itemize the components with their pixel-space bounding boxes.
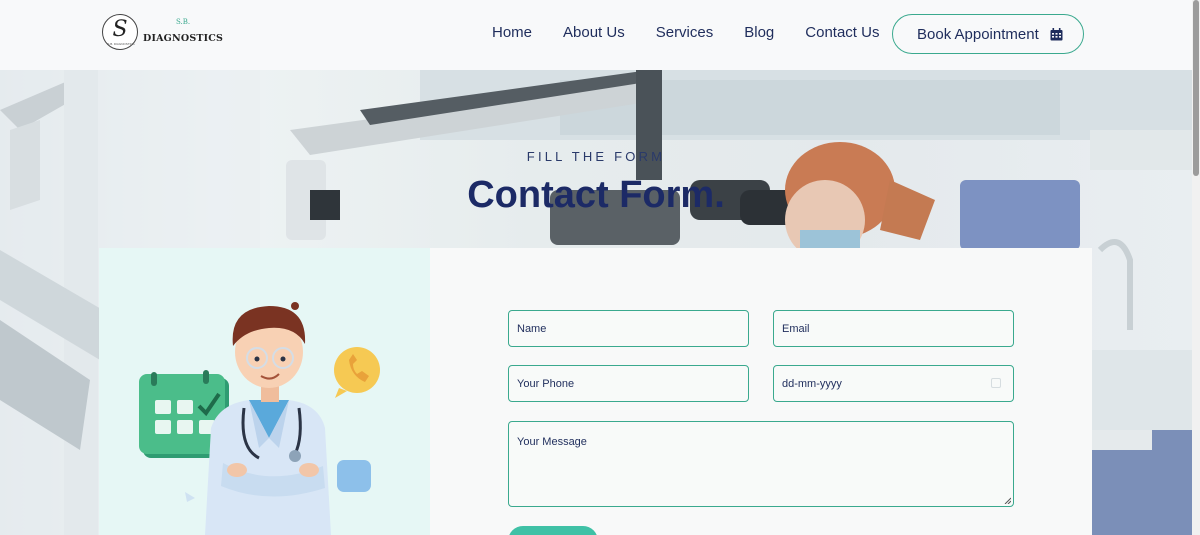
submit-button[interactable]: [508, 526, 598, 535]
phone-bubble-icon: [334, 347, 380, 398]
logo-abbr: S.B.: [175, 18, 191, 26]
form-illustration-panel: [99, 248, 430, 535]
date-placeholder: dd-mm-yyyy: [782, 378, 842, 390]
nav-home[interactable]: Home: [492, 24, 532, 42]
email-input[interactable]: Email: [773, 310, 1014, 347]
message-textarea[interactable]: Your Message: [508, 421, 1014, 507]
doctor-illustration: [139, 302, 380, 535]
phone-input[interactable]: Your Phone: [508, 365, 749, 402]
nav-about-us[interactable]: About Us: [563, 24, 625, 42]
main-nav: Home About Us Services Blog Contact Us: [492, 24, 910, 42]
hero-title: Contact Form.: [467, 174, 725, 216]
scrollbar-thumb[interactable]: [1193, 0, 1199, 176]
logo-mark-caption: S.B. DIAGNOSTICS: [107, 42, 135, 46]
book-appointment-button[interactable]: Book Appointment: [892, 14, 1084, 54]
name-input[interactable]: Name: [508, 310, 749, 347]
book-appointment-label: Book Appointment: [917, 25, 1039, 43]
date-picker-icon[interactable]: [991, 378, 1001, 388]
logo-mark: S S.B. DIAGNOSTICS: [102, 14, 138, 50]
resize-handle-icon[interactable]: [1004, 497, 1011, 504]
message-placeholder: Your Message: [517, 436, 587, 448]
name-placeholder: Name: [517, 323, 547, 335]
brand-logo[interactable]: S S.B. DIAGNOSTICS S.B. DIAGNOSTICS: [102, 14, 223, 50]
calendar-icon: [1050, 27, 1063, 40]
hero-subtitle: FILL THE FORM: [526, 149, 666, 164]
email-placeholder: Email: [782, 323, 810, 335]
nav-blog[interactable]: Blog: [744, 24, 774, 42]
logo-text: S.B. DIAGNOSTICS: [143, 19, 223, 45]
nav-contact-us[interactable]: Contact Us: [805, 24, 879, 42]
logo-name: DIAGNOSTICS: [143, 33, 224, 44]
logo-mark-letter: S: [112, 17, 128, 42]
nav-services[interactable]: Services: [656, 24, 714, 42]
chat-bubble-icon: [337, 460, 371, 492]
site-header: S S.B. DIAGNOSTICS S.B. DIAGNOSTICS Home…: [0, 0, 1192, 70]
date-input[interactable]: dd-mm-yyyy: [773, 365, 1014, 402]
phone-placeholder: Your Phone: [517, 378, 575, 390]
